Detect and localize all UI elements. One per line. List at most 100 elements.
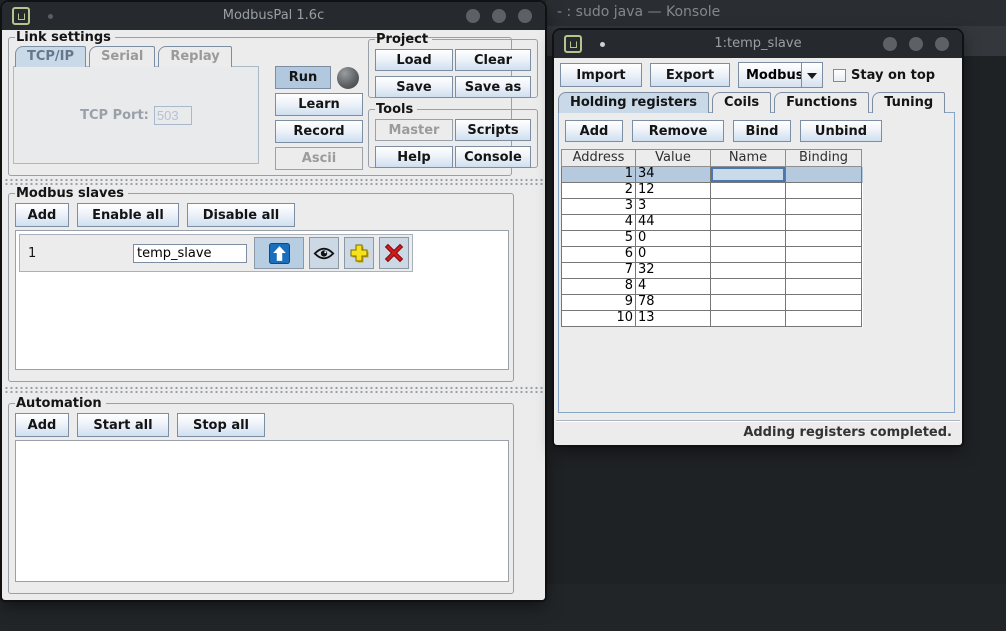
name-cell[interactable] — [711, 231, 786, 247]
binding-cell[interactable] — [786, 167, 862, 183]
close-button[interactable] — [518, 9, 532, 23]
tcp-port-field[interactable] — [154, 106, 192, 125]
binding-cell[interactable] — [786, 263, 862, 279]
maximize-button[interactable] — [909, 37, 923, 51]
value-cell[interactable]: 32 — [636, 263, 711, 279]
value-cell[interactable]: 3 — [636, 199, 711, 215]
address-cell[interactable]: 9 — [561, 295, 636, 311]
remove-register-button[interactable]: Remove — [632, 120, 724, 142]
learn-button[interactable]: Learn — [275, 93, 363, 116]
column-header-name[interactable]: Name — [711, 149, 786, 167]
add-automation-button[interactable]: Add — [15, 413, 69, 437]
help-button[interactable]: Help — [375, 146, 453, 168]
binding-cell[interactable] — [786, 199, 862, 215]
split-divider[interactable] — [4, 178, 543, 185]
column-header-value[interactable]: Value — [636, 149, 711, 167]
table-row[interactable]: 7 32 — [561, 263, 863, 279]
table-row[interactable]: 10 13 — [561, 311, 863, 327]
column-header-address[interactable]: Address — [561, 149, 636, 167]
address-cell[interactable]: 4 — [561, 215, 636, 231]
slave-row[interactable]: 1 — [19, 234, 413, 272]
value-cell[interactable]: 34 — [636, 167, 711, 183]
value-cell[interactable]: 4 — [636, 279, 711, 295]
minimize-button[interactable] — [883, 37, 897, 51]
value-cell[interactable]: 0 — [636, 247, 711, 263]
tab-holding-registers[interactable]: Holding registers — [558, 92, 709, 113]
table-row[interactable]: 3 3 — [561, 199, 863, 215]
duplicate-slave-button[interactable] — [344, 237, 374, 269]
column-header-binding[interactable]: Binding — [786, 149, 862, 167]
enable-all-button[interactable]: Enable all — [77, 203, 179, 227]
close-button[interactable] — [935, 37, 949, 51]
record-button[interactable]: Record — [275, 120, 363, 143]
name-cell[interactable] — [711, 311, 786, 327]
binding-cell[interactable] — [786, 231, 862, 247]
binding-cell[interactable] — [786, 295, 862, 311]
add-register-button[interactable]: Add — [565, 120, 623, 142]
value-cell[interactable]: 44 — [636, 215, 711, 231]
tab-serial[interactable]: Serial — [89, 46, 155, 67]
binding-cell[interactable] — [786, 311, 862, 327]
disable-all-button[interactable]: Disable all — [187, 203, 295, 227]
binding-cell[interactable] — [786, 183, 862, 199]
name-cell[interactable] — [711, 279, 786, 295]
name-cell[interactable] — [711, 167, 786, 183]
tab-coils[interactable]: Coils — [712, 92, 771, 113]
add-slave-button[interactable]: Add — [15, 203, 69, 227]
minimize-button[interactable] — [466, 9, 480, 23]
master-button[interactable]: Master — [375, 119, 453, 141]
table-row[interactable]: 2 12 — [561, 183, 863, 199]
split-divider[interactable] — [4, 386, 543, 393]
address-cell[interactable]: 8 — [561, 279, 636, 295]
value-cell[interactable]: 12 — [636, 183, 711, 199]
tab-tuning[interactable]: Tuning — [872, 92, 945, 113]
delete-slave-button[interactable] — [379, 237, 409, 269]
address-cell[interactable]: 2 — [561, 183, 636, 199]
name-cell[interactable] — [711, 199, 786, 215]
enable-slave-button[interactable] — [254, 237, 304, 269]
value-cell[interactable]: 0 — [636, 231, 711, 247]
table-row[interactable]: 4 44 — [561, 215, 863, 231]
table-row[interactable]: 8 4 — [561, 279, 863, 295]
binding-cell[interactable] — [786, 247, 862, 263]
address-cell[interactable]: 6 — [561, 247, 636, 263]
binding-cell[interactable] — [786, 215, 862, 231]
table-row[interactable]: 1 34 — [561, 167, 863, 183]
console-button[interactable]: Console — [455, 146, 531, 168]
modbuspal-titlebar[interactable]: ModbusPal 1.6c — [2, 2, 545, 30]
name-cell[interactable] — [711, 215, 786, 231]
temp-slave-titlebar[interactable]: 1:temp_slave — [554, 30, 962, 58]
address-cell[interactable]: 1 — [561, 167, 636, 183]
import-button[interactable]: Import — [560, 63, 642, 87]
address-cell[interactable]: 3 — [561, 199, 636, 215]
save-button[interactable]: Save — [375, 76, 453, 98]
protocol-select[interactable]: Modbus — [738, 62, 823, 88]
run-button[interactable]: Run — [275, 66, 331, 89]
address-cell[interactable]: 7 — [561, 263, 636, 279]
name-cell[interactable] — [711, 247, 786, 263]
save-as-button[interactable]: Save as — [455, 76, 531, 98]
ascii-button[interactable]: Ascii — [275, 147, 363, 170]
binding-cell[interactable] — [786, 279, 862, 295]
bind-button[interactable]: Bind — [733, 120, 791, 142]
scripts-button[interactable]: Scripts — [455, 119, 531, 141]
address-cell[interactable]: 5 — [561, 231, 636, 247]
maximize-button[interactable] — [492, 9, 506, 23]
name-cell[interactable] — [711, 295, 786, 311]
value-cell[interactable]: 13 — [636, 311, 711, 327]
start-all-button[interactable]: Start all — [77, 413, 169, 437]
table-row[interactable]: 9 78 — [561, 295, 863, 311]
konsole-titlebar[interactable]: - : sudo java — Konsole — [546, 0, 1006, 26]
stay-on-top-checkbox[interactable] — [833, 69, 846, 82]
value-cell[interactable]: 78 — [636, 295, 711, 311]
tab-tcpip[interactable]: TCP/IP — [15, 46, 86, 67]
view-slave-button[interactable] — [309, 237, 339, 269]
name-cell[interactable] — [711, 263, 786, 279]
tab-replay[interactable]: Replay — [158, 46, 231, 67]
unbind-button[interactable]: Unbind — [800, 120, 882, 142]
name-cell[interactable] — [711, 183, 786, 199]
address-cell[interactable]: 10 — [561, 311, 636, 327]
table-row[interactable]: 6 0 — [561, 247, 863, 263]
stop-all-button[interactable]: Stop all — [177, 413, 265, 437]
slave-name-field[interactable] — [133, 244, 247, 263]
